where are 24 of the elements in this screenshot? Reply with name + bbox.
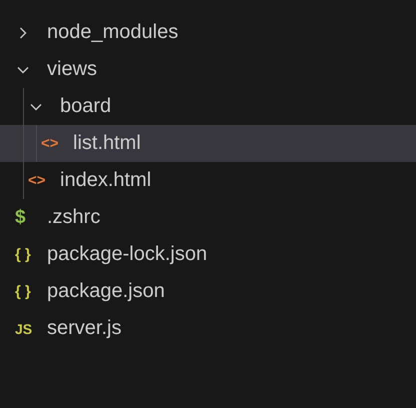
tree-item[interactable]: node_modules xyxy=(0,14,416,51)
tree-item[interactable]: <> list.html xyxy=(0,125,416,162)
tree-item[interactable]: $ .zshrc xyxy=(0,199,416,236)
tree-item[interactable]: board xyxy=(0,88,416,125)
folder-name: board xyxy=(60,95,112,118)
file-name: server.js xyxy=(47,317,122,340)
file-name: package-lock.json xyxy=(47,243,208,266)
folder-name: views xyxy=(47,58,98,81)
tree-item[interactable]: { } package-lock.json xyxy=(0,236,416,273)
folder-name: node_modules xyxy=(47,21,178,44)
tree-item[interactable]: { } package.json xyxy=(0,273,416,310)
file-type-icon: $ xyxy=(15,208,26,227)
tree-item[interactable]: JS server.js xyxy=(0,310,416,347)
file-name: list.html xyxy=(73,132,141,155)
file-name: index.html xyxy=(60,169,152,192)
file-type-icon: { } xyxy=(15,247,31,262)
file-name: .zshrc xyxy=(47,206,100,229)
file-type-icon: <> xyxy=(28,173,46,188)
file-type-icon: JS xyxy=(15,322,32,336)
file-name: package.json xyxy=(47,280,165,303)
tree-item[interactable]: views xyxy=(0,51,416,88)
tree-item[interactable]: <> index.html xyxy=(0,162,416,199)
file-type-icon: { } xyxy=(15,284,31,299)
file-type-icon: <> xyxy=(41,136,59,151)
